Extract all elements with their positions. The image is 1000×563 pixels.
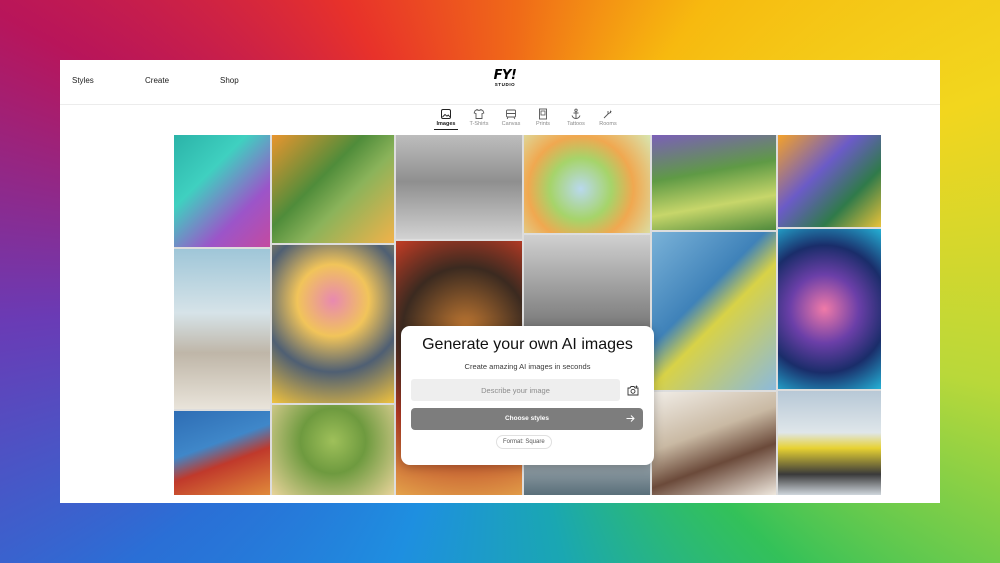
room-icon (603, 109, 612, 119)
tab-images[interactable]: Images (429, 108, 463, 130)
collage-image-blue-fish[interactable] (652, 232, 776, 390)
tshirt-icon (473, 108, 485, 119)
collage-image-glass-sphere[interactable] (524, 135, 650, 233)
tab-tattoos[interactable]: Tattoos (559, 108, 593, 127)
describe-image-input[interactable] (411, 379, 620, 401)
nav-styles-link[interactable]: Styles (72, 76, 94, 85)
choose-styles-button[interactable]: Choose styles (411, 408, 643, 430)
collage-image-neon-anime[interactable] (778, 229, 881, 389)
print-icon (539, 108, 547, 120)
collage-image-sketch-woman[interactable] (652, 392, 776, 495)
collage-image-folk-art[interactable] (778, 135, 881, 227)
brand-logo[interactable]: FY! STUDIO (490, 69, 520, 88)
choose-styles-label: Choose styles (504, 415, 550, 422)
generator-title: Generate your own AI images (422, 336, 633, 353)
format-selector[interactable]: Format: Square (496, 435, 552, 449)
arrow-right-icon (626, 415, 635, 422)
collage-image-golden-gate[interactable] (174, 411, 270, 495)
tab-canvas[interactable]: Canvas (494, 108, 528, 127)
image-icon (441, 109, 451, 119)
collage-image-green-tree[interactable] (272, 405, 394, 495)
camera-plus-icon (627, 385, 639, 395)
tab-tattoos-label: Tattoos (567, 121, 585, 127)
app-window: Styles Create Shop FY! STUDIO Images T-S… (60, 60, 940, 503)
collage-image-beach-fence[interactable] (174, 249, 270, 409)
tab-canvas-label: Canvas (501, 121, 521, 127)
tab-prints-label: Prints (535, 121, 551, 127)
logo-main-text: FY! (493, 68, 517, 83)
tab-rooms-label: Rooms (599, 121, 617, 127)
collage-image-fruit-painting[interactable] (272, 135, 394, 243)
top-navigation-bar: Styles Create Shop FY! STUDIO (60, 60, 940, 105)
tab-rooms[interactable]: Rooms (591, 108, 625, 127)
collage-image-garden-landscape[interactable] (652, 135, 776, 230)
generator-subtitle: Create amazing AI images in seconds (464, 362, 591, 371)
tab-tshirts-label: T-Shirts (469, 121, 489, 127)
upload-image-button[interactable] (623, 381, 643, 399)
collage-image-teal-portrait[interactable] (174, 135, 270, 247)
nav-create-link[interactable]: Create (145, 76, 169, 85)
canvas-icon (506, 109, 516, 120)
tab-prints[interactable]: Prints (526, 108, 560, 127)
generate-image-card: Generate your own AI images Create amazi… (401, 326, 654, 465)
collage-image-sketch-house[interactable] (396, 135, 522, 239)
category-tabs: Images T-Shirts Canvas Prints Tattoos Ro… (60, 108, 940, 134)
collage-image-flower-cat[interactable] (272, 245, 394, 403)
anchor-icon (571, 108, 581, 119)
nav-shop-link[interactable]: Shop (220, 76, 239, 85)
tab-images-label: Images (436, 121, 456, 127)
collage-image-umbrella-woman[interactable] (778, 391, 881, 495)
tab-tshirts[interactable]: T-Shirts (462, 108, 496, 127)
